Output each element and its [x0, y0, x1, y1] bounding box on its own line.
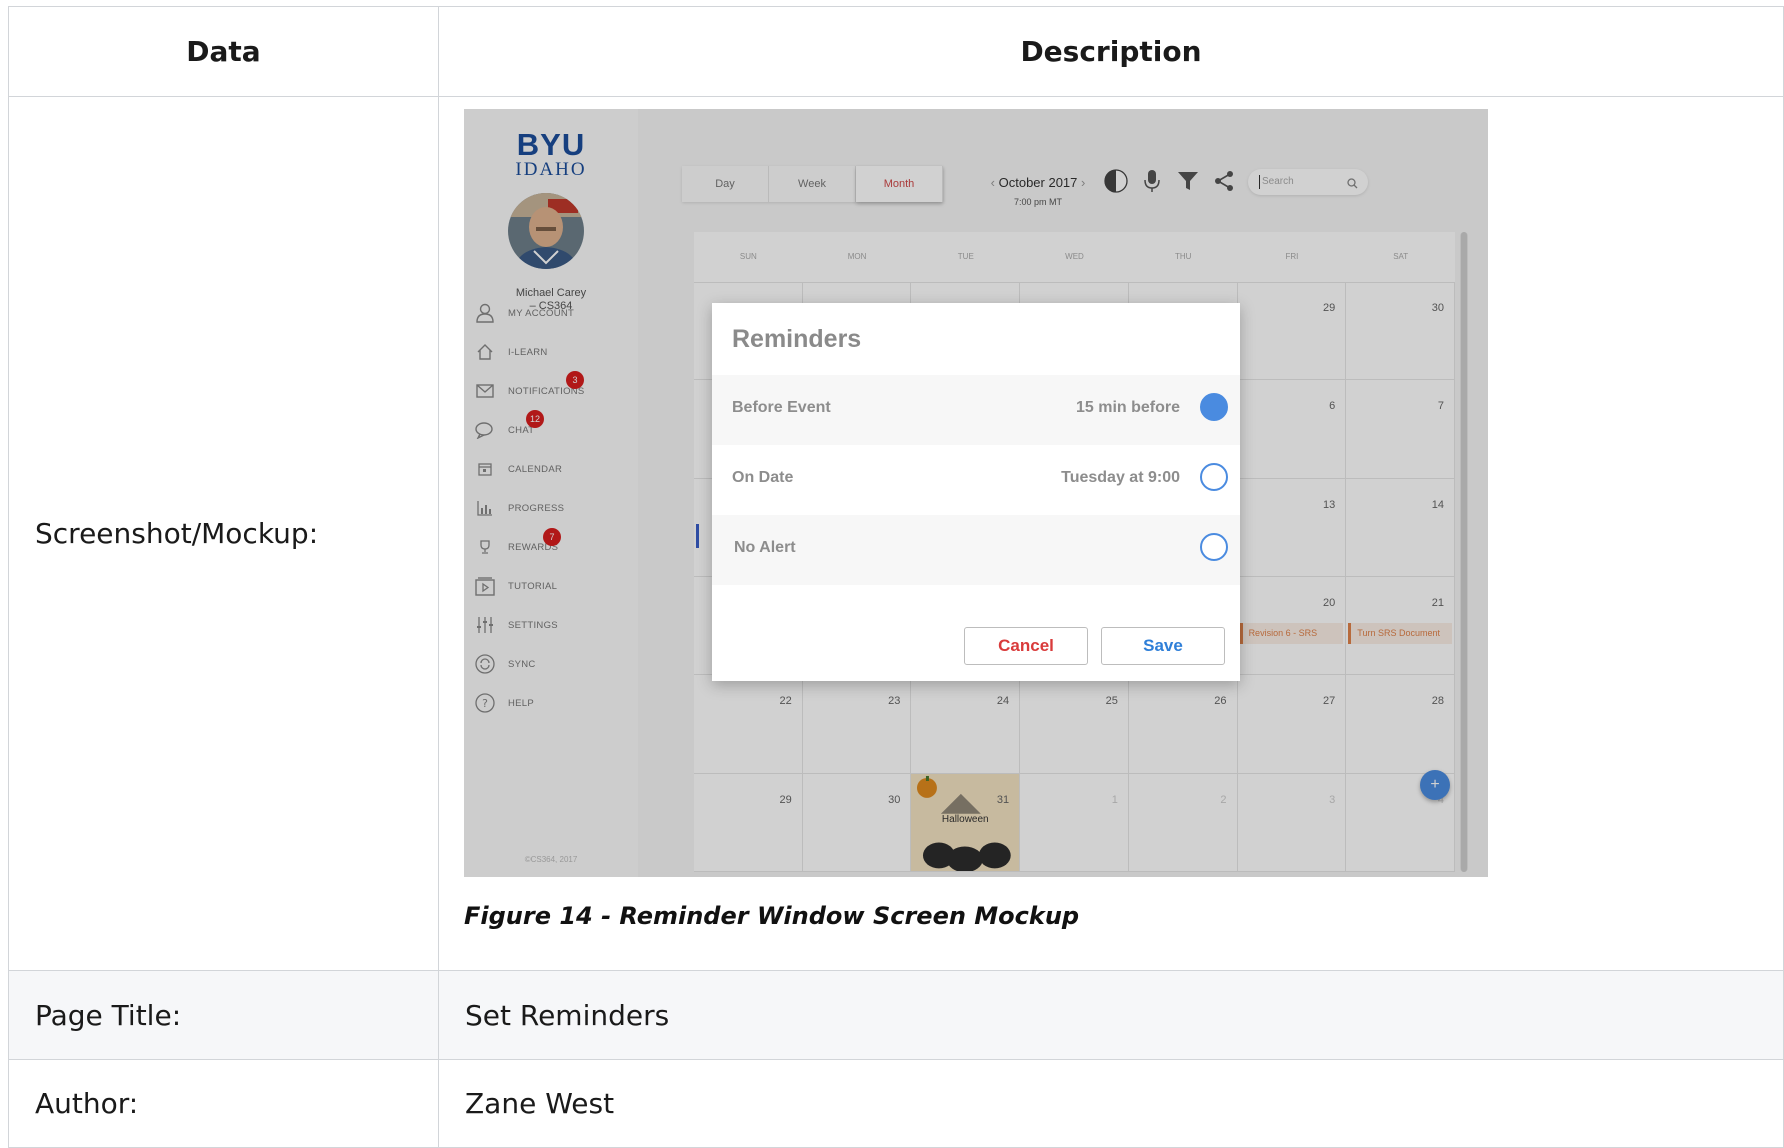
mockup-cell: BYU IDAHO Michael Carey – CS364 MY ACCOU… [438, 96, 1784, 971]
option-label: No Alert [734, 539, 796, 556]
reminder-option-on-date[interactable]: On Date Tuesday at 9:00 [712, 445, 1240, 515]
reminders-dialog: Reminders Before Event 15 min before On … [712, 303, 1240, 681]
figure-caption: Figure 14 - Reminder Window Screen Mocku… [464, 902, 1080, 930]
author-value: Zane West [438, 1059, 1784, 1148]
mockup-screenshot: BYU IDAHO Michael Carey – CS364 MY ACCOU… [464, 109, 1488, 877]
option-label: Before Event [732, 399, 831, 416]
radio-on-date[interactable] [1200, 463, 1228, 491]
option-value: 15 min before [1075, 399, 1180, 416]
header-description: Description [438, 6, 1784, 97]
cancel-button[interactable]: Cancel [964, 627, 1088, 665]
page-title-value: Set Reminders [438, 970, 1784, 1060]
option-value: Tuesday at 9:00 [1061, 469, 1180, 486]
save-button[interactable]: Save [1101, 627, 1225, 665]
mockup-label: Screenshot/Mockup: [8, 96, 439, 971]
radio-before-event[interactable] [1200, 393, 1228, 421]
reminder-option-no-alert[interactable]: No Alert [712, 515, 1240, 585]
dialog-title: Reminders [732, 325, 862, 353]
spec-table: Data Description Screenshot/Mockup: BYU … [8, 6, 1784, 1148]
header-data: Data [8, 6, 439, 97]
page-title-label: Page Title: [8, 970, 439, 1060]
option-label: On Date [732, 469, 794, 486]
author-label: Author: [8, 1059, 439, 1148]
reminder-option-before-event[interactable]: Before Event 15 min before [712, 375, 1240, 445]
radio-no-alert[interactable] [1200, 533, 1228, 561]
